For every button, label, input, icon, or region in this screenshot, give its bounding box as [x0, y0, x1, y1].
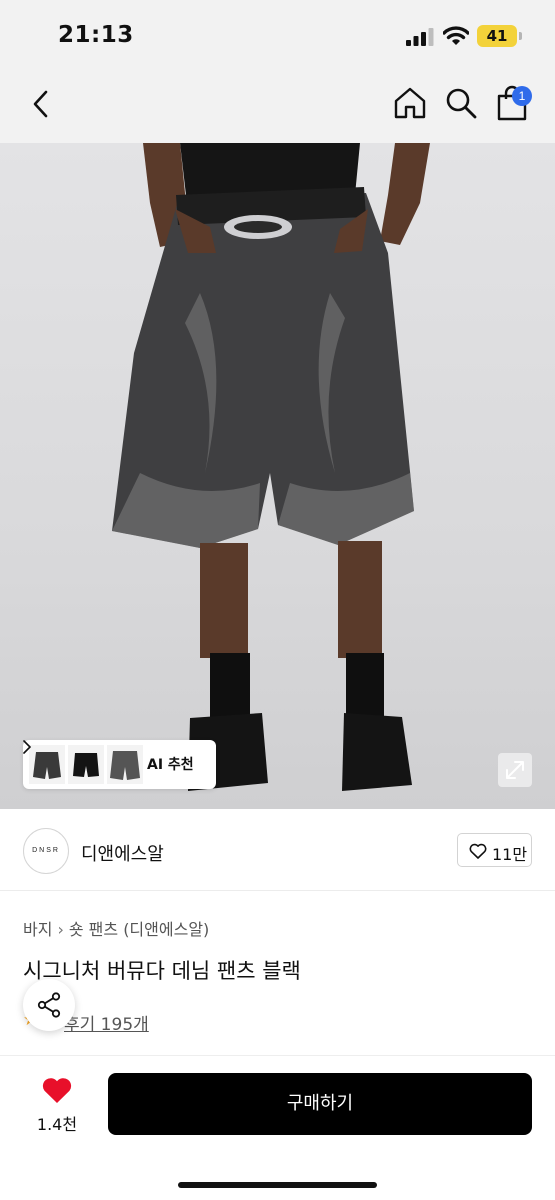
product-image[interactable]: AI 추천: [0, 143, 555, 809]
battery-tip: [519, 32, 522, 40]
home-icon[interactable]: [392, 85, 428, 121]
battery-level: 41: [477, 25, 517, 47]
share-icon: [37, 992, 61, 1018]
wishlist-count: 1.4천: [36, 1115, 78, 1134]
brand-like-button[interactable]: 11만: [457, 833, 532, 867]
shorts-thumbnail-icon: [110, 751, 140, 780]
bottom-action-bar: 1.4천 구매하기: [0, 1055, 555, 1200]
heart-filled-icon: [42, 1078, 72, 1103]
breadcrumb: 바지 › 숏 팬츠 (디앤에스알): [23, 916, 209, 940]
recommend-thumbnail[interactable]: [68, 745, 104, 784]
cellular-signal-icon: [406, 28, 434, 46]
status-time: 21:13: [58, 22, 134, 48]
product-title: 시그니처 버뮤다 데님 팬츠 블랙: [23, 959, 301, 983]
expand-icon: [506, 761, 524, 779]
brand-logo[interactable]: DNSR: [23, 828, 69, 874]
heart-outline-icon: [469, 843, 487, 859]
ai-recommend-chip[interactable]: AI 추천: [23, 740, 216, 789]
review-count-link[interactable]: 후기 195개: [64, 1010, 149, 1035]
back-arrow-icon[interactable]: [26, 86, 56, 122]
shorts-thumbnail-icon: [73, 753, 99, 777]
status-bar: 21:13 41: [0, 0, 555, 68]
brand-name[interactable]: 디앤에스알: [81, 840, 164, 866]
recommend-thumbnail[interactable]: [29, 745, 65, 784]
share-button[interactable]: [23, 979, 75, 1031]
product-photo-illustration: [112, 143, 430, 791]
cart-count-badge: 1: [512, 86, 532, 106]
wishlist-button[interactable]: 1.4천: [24, 1074, 90, 1138]
brand-like-count: 11만: [492, 845, 528, 864]
breadcrumb-item[interactable]: 숏 팬츠 (디앤에스알): [69, 916, 209, 940]
wifi-icon: [443, 26, 469, 45]
expand-image-button[interactable]: [498, 753, 532, 787]
shorts-thumbnail-icon: [33, 752, 61, 779]
breadcrumb-item[interactable]: 바지: [23, 916, 52, 940]
recommend-thumbnail[interactable]: [107, 745, 143, 784]
breadcrumb-separator-icon: ›: [57, 920, 64, 939]
brand-row[interactable]: DNSR 디앤에스알 11만: [0, 809, 555, 891]
home-indicator: [178, 1182, 377, 1188]
buy-button[interactable]: 구매하기: [108, 1073, 532, 1135]
search-icon[interactable]: [444, 86, 478, 120]
ai-recommend-label: AI 추천: [147, 757, 194, 773]
top-nav-bar: [0, 68, 555, 143]
chevron-right-icon: [23, 740, 31, 754]
